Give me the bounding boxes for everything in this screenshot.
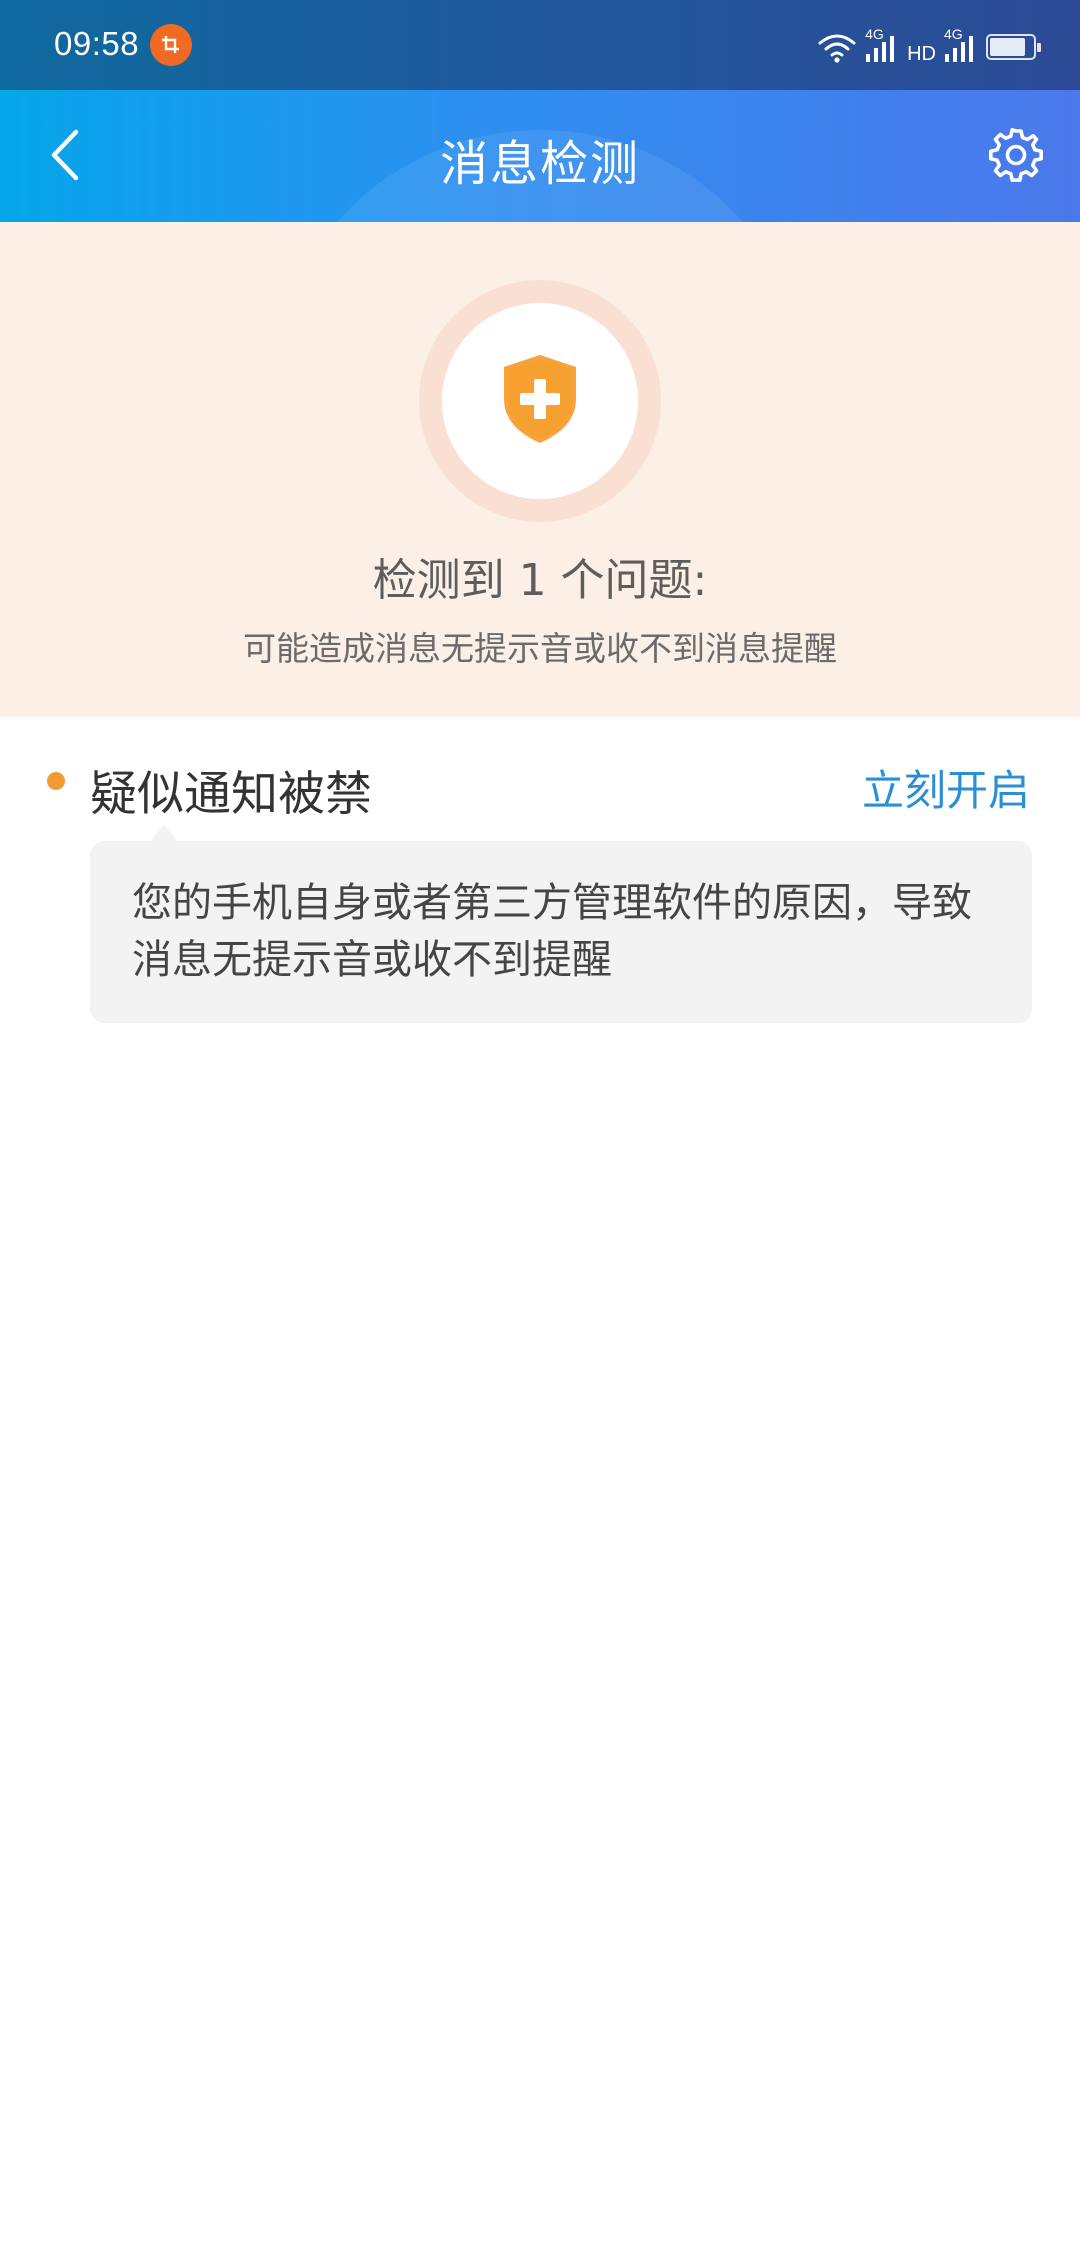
result-subtitle: 可能造成消息无提示音或收不到消息提醒 xyxy=(243,629,837,668)
battery-level xyxy=(990,38,1026,56)
shield-plus-icon xyxy=(501,353,579,449)
app-header: 消息检测 xyxy=(0,90,1080,222)
network-type-label: 4G xyxy=(944,26,963,42)
gear-icon xyxy=(988,127,1044,187)
signal-2: 4G xyxy=(944,26,978,68)
wifi-icon xyxy=(817,32,857,68)
detection-result-panel: 检测到 1 个问题: 可能造成消息无提示音或收不到消息提醒 xyxy=(0,222,1080,717)
hd-label: HD xyxy=(907,43,936,65)
network-type-label: 4G xyxy=(865,26,884,42)
shield-badge xyxy=(419,280,661,522)
status-bar: 09:58 4G HD 4G xyxy=(0,0,1080,90)
issue-item: 疑似通知被禁 立刻开启 您的手机自身或者第三方管理软件的原因，导致消息无提示音或… xyxy=(0,717,1080,1037)
issue-title: 疑似通知被禁 xyxy=(90,767,372,822)
result-title: 检测到 1 个问题: xyxy=(372,555,708,606)
description-pointer xyxy=(150,825,178,842)
issue-bullet-dot xyxy=(47,772,65,790)
settings-button[interactable] xyxy=(980,121,1052,193)
battery-icon xyxy=(986,34,1041,60)
screenshot-notification-icon xyxy=(150,24,192,66)
status-time: 09:58 xyxy=(54,25,140,62)
issue-description: 您的手机自身或者第三方管理软件的原因，导致消息无提示音或收不到提醒 xyxy=(90,841,1032,1023)
status-indicators: 4G HD 4G xyxy=(817,22,1041,68)
signal-1: 4G xyxy=(865,26,899,68)
enable-now-button[interactable]: 立刻开启 xyxy=(862,757,1030,818)
page-title: 消息检测 xyxy=(439,136,640,192)
shield-badge-inner xyxy=(442,303,638,499)
